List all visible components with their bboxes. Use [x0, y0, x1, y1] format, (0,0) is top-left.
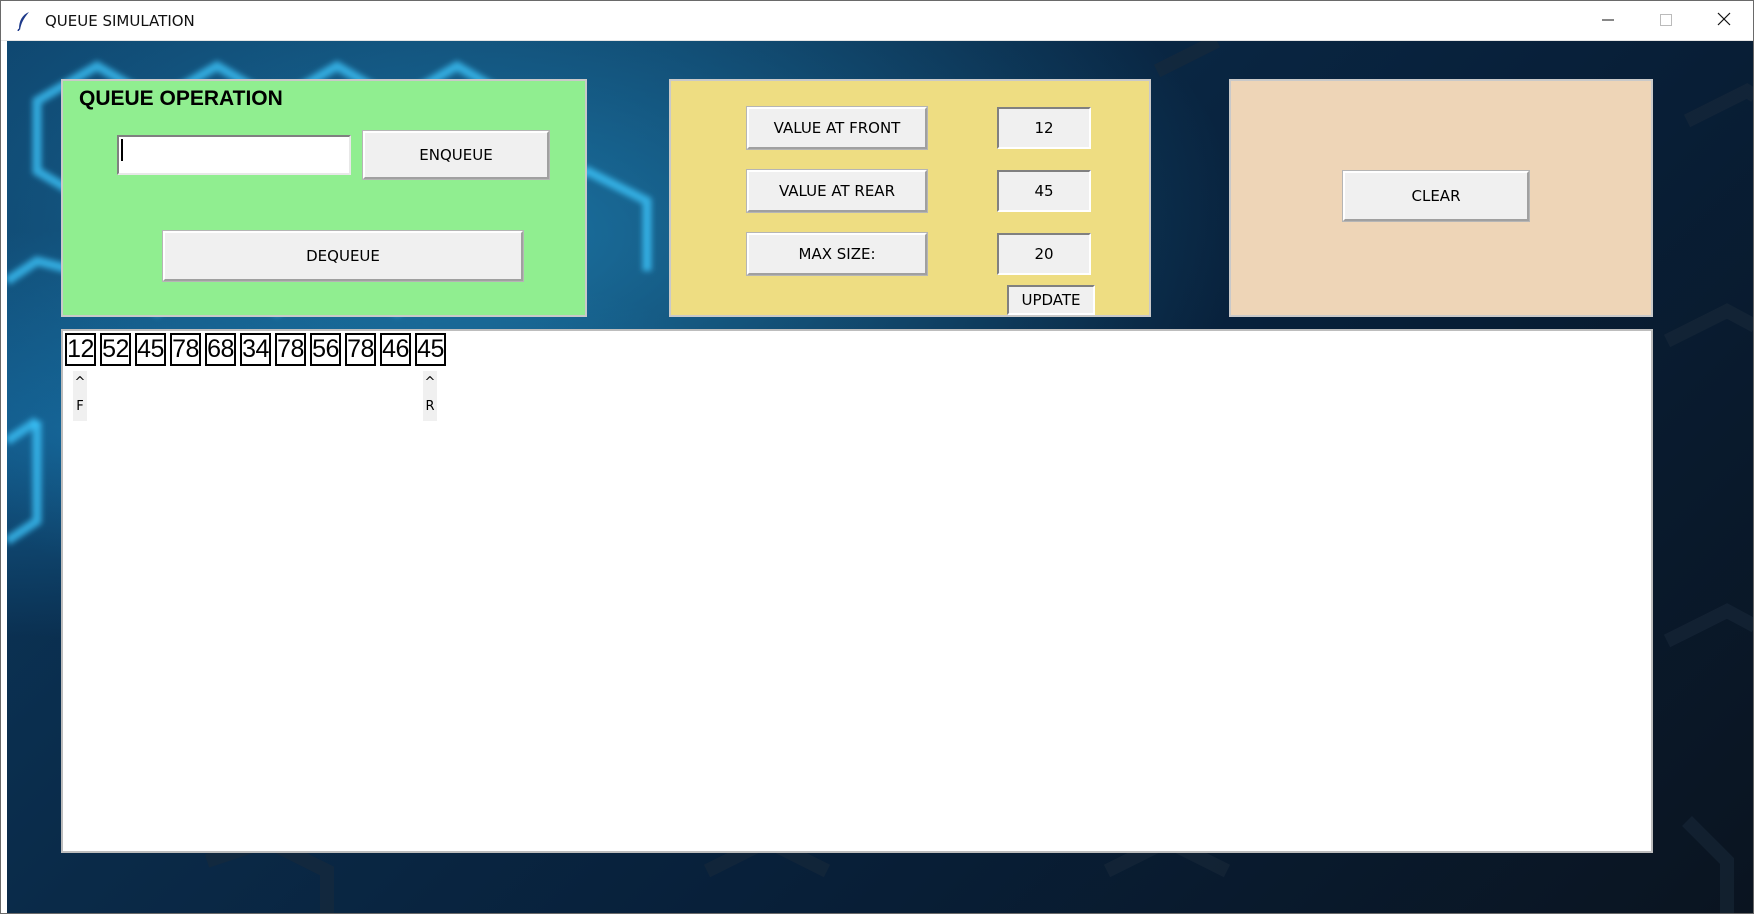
clear-panel: CLEAR [1229, 79, 1653, 317]
queue-cell: 78 [275, 333, 306, 366]
value-input[interactable] [117, 135, 351, 175]
update-button[interactable]: UPDATE [1007, 285, 1095, 315]
queue-cell: 78 [345, 333, 376, 366]
minimize-icon [1602, 11, 1614, 30]
feather-icon [13, 10, 35, 32]
front-caret: ^ [73, 371, 87, 395]
title-bar: QUEUE SIMULATION [1, 1, 1753, 41]
value-at-front-button[interactable]: VALUE AT FRONT [746, 106, 928, 150]
front-marker: F [73, 395, 87, 421]
front-value-display: 12 [997, 107, 1091, 149]
max-size-input[interactable]: 20 [997, 233, 1091, 275]
queue-cell: 34 [240, 333, 271, 366]
clear-button[interactable]: CLEAR [1342, 170, 1530, 222]
close-icon [1717, 11, 1731, 30]
queue-cell: 45 [135, 333, 166, 366]
queue-operation-panel: QUEUE OPERATION ENQUEUE DEQUEUE [61, 79, 587, 317]
queue-cell: 52 [100, 333, 131, 366]
rear-marker: R [423, 395, 437, 421]
queue-cell: 68 [205, 333, 236, 366]
queue-info-panel: VALUE AT FRONT 12 VALUE AT REAR 45 MAX S… [669, 79, 1151, 317]
queue-cell: 12 [65, 333, 96, 366]
queue-display-area: 12 52 45 78 68 34 78 56 78 46 45 ^ F ^ R [61, 329, 1653, 853]
maximize-icon [1660, 11, 1672, 30]
maximize-button[interactable] [1637, 1, 1695, 41]
queue-cell: 56 [310, 333, 341, 366]
minimize-button[interactable] [1579, 1, 1637, 41]
close-button[interactable] [1695, 1, 1753, 41]
enqueue-button[interactable]: ENQUEUE [362, 130, 550, 180]
panel-title: QUEUE OPERATION [79, 87, 283, 110]
rear-value-display: 45 [997, 170, 1091, 212]
window-controls [1579, 1, 1753, 41]
queue-cells: 12 52 45 78 68 34 78 56 78 46 45 [65, 333, 450, 366]
rear-caret: ^ [423, 371, 437, 395]
value-at-rear-button[interactable]: VALUE AT REAR [746, 169, 928, 213]
dequeue-button[interactable]: DEQUEUE [162, 230, 524, 282]
queue-cell: 45 [415, 333, 446, 366]
text-cursor [121, 139, 123, 161]
queue-cell: 46 [380, 333, 411, 366]
max-size-button[interactable]: MAX SIZE: [746, 232, 928, 276]
window-title: QUEUE SIMULATION [45, 11, 195, 30]
background-canvas: QUEUE OPERATION ENQUEUE DEQUEUE VALUE AT… [7, 41, 1753, 913]
app-window: QUEUE SIMULATION QUEUE OPERATION ENQUEUE… [0, 0, 1754, 914]
queue-cell: 78 [170, 333, 201, 366]
